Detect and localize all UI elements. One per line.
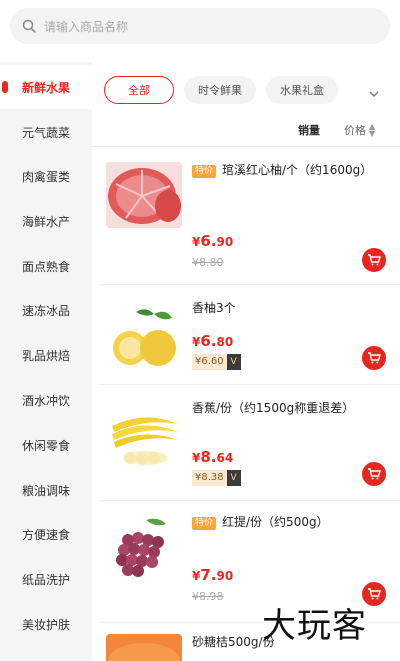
sidebar-item-drinks[interactable]: 酒水冲饮 [0,378,92,422]
chip-seasonal[interactable]: 时令鲜果 [184,76,256,104]
sidebar-item-label: 美妆护肤 [21,617,70,632]
chevron-down-icon[interactable] [368,84,380,97]
search-input[interactable]: 请输入商品名称 [44,18,128,35]
sort-arrows-icon: ▲ ▼ [369,122,376,138]
sidebar-item-frozen[interactable]: 速冻冰品 [0,288,92,332]
add-to-cart-button[interactable] [362,248,386,272]
product-price: ¥6.80 [192,332,234,350]
add-to-cart-button[interactable] [362,462,386,486]
product-price: ¥8.64 [192,448,234,466]
vip-icon: V [226,354,241,370]
divider [100,500,400,501]
sidebar-item-beauty[interactable]: 美妆护肤 [0,602,92,646]
divider [100,284,400,285]
sidebar-item-label: 方便速食 [21,527,70,542]
product-price: ¥6.90 [192,232,234,250]
sidebar-item-label: 新鲜水果 [21,80,70,95]
sidebar-item-label: 肉禽蛋类 [21,169,70,184]
cart-icon [368,254,381,266]
sidebar-item-label: 海鲜水产 [21,214,70,229]
chip-all[interactable]: 全部 [104,76,174,104]
product-name: 红提/份（约500g） [222,515,329,529]
sort-by-sales[interactable]: 销量 [298,122,320,138]
product-card[interactable]: 特价 琯溪红心柚/个（约1600g） ¥6.90 ¥8.80 [100,156,400,282]
sidebar-item-label: 速冻冰品 [21,303,70,318]
sidebar-item-snacks[interactable]: 休闲零食 [0,423,92,467]
original-price: ¥8.98 [192,590,224,603]
add-to-cart-button[interactable] [362,346,386,370]
sidebar-item-grain-oil[interactable]: 粮油调味 [0,468,92,512]
product-image [106,304,182,370]
watermark-logo: 大玩客 [262,606,367,646]
product-image [106,516,182,582]
product-name: 香蕉/份（约1500g称重退差） [192,401,355,415]
product-title: 香蕉/份（约1500g称重退差） [192,398,388,418]
product-title: 特价 红提/份（约500g） [192,512,388,532]
product-name: 琯溪红心柚/个（约1600g） [222,163,373,177]
sidebar-item-meat-eggs[interactable]: 肉禽蛋类 [0,154,92,198]
product-image [106,634,182,661]
search-bar[interactable]: 请输入商品名称 [10,8,390,44]
product-title: 香柚3个 [192,298,388,318]
category-sidebar: 新鲜水果 元气蔬菜 肉禽蛋类 海鲜水产 面点熟食 速冻冰品 乳品烘焙 酒水冲饮 … [0,62,92,661]
sidebar-item-label: 粮油调味 [21,483,70,498]
sort-by-price[interactable]: 价格 ▲ ▼ [344,122,375,138]
special-badge: 特价 [192,517,217,530]
sidebar-item-label: 休闲零食 [21,438,70,453]
member-price: ¥8.38 V [192,470,241,486]
sidebar-item-label: 乳品烘焙 [21,348,70,363]
special-badge: 特价 [192,165,217,178]
sidebar-item-vegetables[interactable]: 元气蔬菜 [0,110,92,154]
product-image [106,404,182,470]
sidebar-item-dairy[interactable]: 乳品烘焙 [0,333,92,377]
active-indicator [2,81,8,93]
sidebar-item-label: 面点熟食 [21,259,70,274]
product-price: ¥7.90 [192,566,234,584]
vip-icon: V [226,470,241,486]
cart-icon [368,468,381,480]
original-price: ¥8.80 [192,256,224,269]
cart-icon [368,588,381,600]
divider [100,384,400,385]
sidebar-item-seafood[interactable]: 海鲜水产 [0,199,92,243]
member-price: ¥6.60 V [192,354,241,370]
sidebar-item-instant-food[interactable]: 方便速食 [0,512,92,556]
sidebar-item-label: 酒水冲饮 [21,393,70,408]
product-name: 香柚3个 [192,301,236,315]
product-image [106,162,182,228]
product-card[interactable]: 香蕉/份（约1500g称重退差） ¥8.64 ¥8.38 V [100,392,400,496]
search-icon [22,19,36,33]
sidebar-item-deli[interactable]: 面点熟食 [0,244,92,288]
sidebar-item-label: 元气蔬菜 [21,125,70,140]
cart-icon [368,352,381,364]
product-card[interactable]: 香柚3个 ¥6.80 ¥6.60 V [100,292,400,382]
product-title: 特价 琯溪红心柚/个（约1600g） [192,160,388,180]
sidebar-item-fresh-fruit[interactable]: 新鲜水果 [0,65,92,109]
chip-gift-box[interactable]: 水果礼盒 [266,76,338,104]
sidebar-item-paper-care[interactable]: 纸品洗护 [0,557,92,601]
sort-price-label: 价格 [344,124,366,137]
divider [92,146,400,147]
sidebar-item-label: 纸品洗护 [21,572,70,587]
